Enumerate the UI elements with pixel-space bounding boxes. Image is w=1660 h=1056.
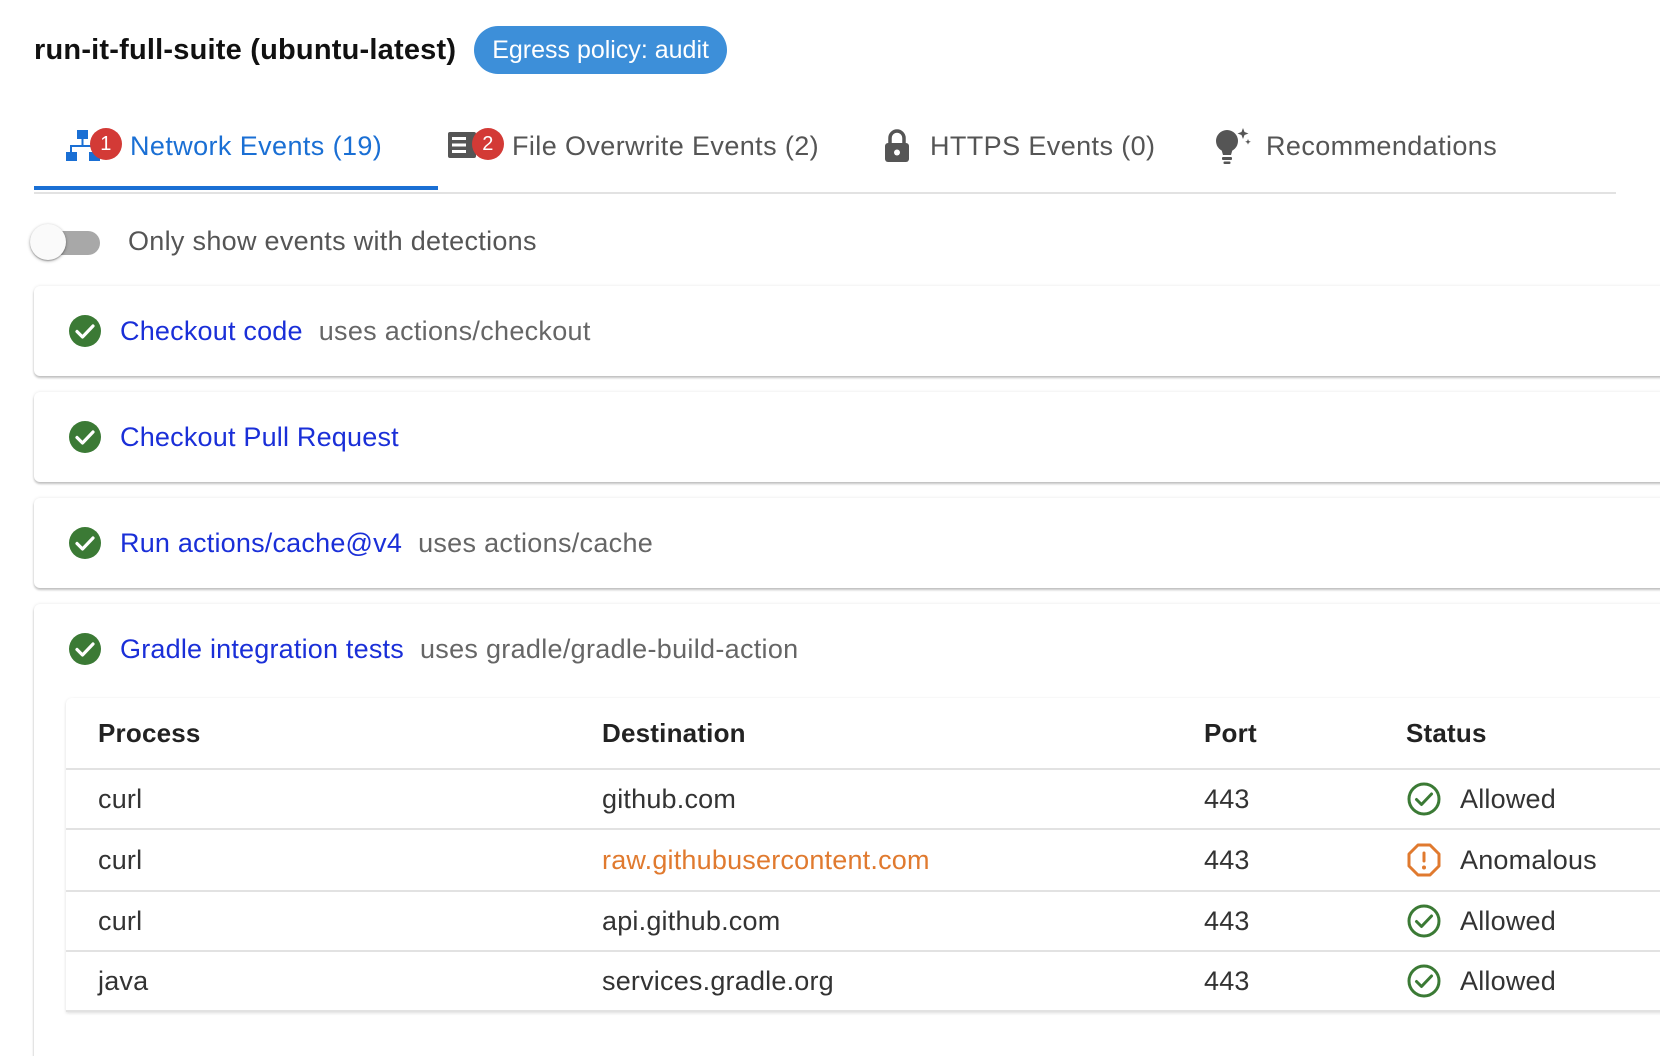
file-overwrite-badge: 2 (472, 128, 504, 160)
table-row: curl raw.githubusercontent.com 443 Anoma… (66, 830, 1660, 892)
check-circle-icon (69, 633, 101, 665)
tab-label: Recommendations (1266, 130, 1498, 161)
status-label: Anomalous (1460, 844, 1597, 875)
step-header[interactable]: Run actions/cache@v4 uses actions/cache (68, 498, 653, 588)
tab-network-events[interactable]: 1 Network Events (19) (66, 104, 382, 188)
egress-policy-badge: Egress policy: audit (474, 26, 727, 74)
step-card: Run actions/cache@v4 uses actions/cache (34, 498, 1660, 588)
port-cell: 443 (1204, 965, 1250, 996)
step-card: Checkout Pull Request (34, 392, 1660, 482)
file-list-icon: 2 (448, 126, 504, 166)
step-header[interactable]: Checkout code uses actions/checkout (68, 286, 591, 376)
events-tabs: 1 Network Events (19) 2 File Overwrite E… (34, 104, 1616, 194)
step-name[interactable]: Checkout Pull Request (120, 422, 399, 453)
network-icon: 1 (66, 126, 122, 166)
column-header-port: Port (1204, 717, 1257, 748)
status-cell: Allowed (1406, 770, 1556, 828)
check-circle-icon (69, 315, 101, 347)
check-circle-outline-icon (1407, 964, 1441, 998)
process-cell: curl (98, 783, 143, 814)
port-cell: 443 (1204, 783, 1250, 814)
step-uses: uses actions/checkout (318, 315, 591, 346)
status-label: Allowed (1460, 905, 1556, 936)
port-cell: 443 (1204, 844, 1250, 875)
check-circle-outline-icon (1407, 782, 1441, 816)
status-cell: Allowed (1406, 952, 1556, 1010)
table-header-row: Process Destination Port Status (66, 698, 1660, 770)
table-row: curl api.github.com 443 Allowed (66, 892, 1660, 952)
column-header-process: Process (98, 717, 201, 748)
step-card: Checkout code uses actions/checkout (34, 286, 1660, 376)
column-header-destination: Destination (602, 717, 746, 748)
toggle-knob (30, 223, 66, 260)
process-cell: java (98, 965, 149, 996)
check-circle-icon (69, 421, 101, 453)
step-uses: uses actions/cache (418, 527, 654, 558)
destination-cell: raw.githubusercontent.com (602, 844, 930, 875)
tab-https-events[interactable]: HTTPS Events (0) (882, 104, 1155, 188)
destination-cell: api.github.com (602, 905, 781, 936)
step-uses: uses gradle/gradle-build-action (419, 633, 799, 664)
job-title: run-it-full-suite (ubuntu-latest) (34, 33, 457, 66)
job-header: run-it-full-suite (ubuntu-latest) Egress… (34, 26, 727, 74)
lock-icon (882, 126, 912, 166)
process-cell: curl (98, 905, 143, 936)
active-tab-indicator (34, 186, 438, 190)
check-circle-outline-icon (1407, 904, 1441, 938)
step-name[interactable]: Checkout code (120, 316, 303, 347)
step-card-expanded: Gradle integration tests uses gradle/gra… (34, 604, 1660, 1056)
step-header[interactable]: Checkout Pull Request (68, 392, 415, 482)
port-cell: 443 (1204, 905, 1250, 936)
process-cell: curl (98, 844, 143, 875)
status-label: Allowed (1460, 783, 1556, 814)
tab-label: Network Events (19) (130, 130, 383, 161)
alert-octagon-icon (1407, 843, 1441, 877)
network-events-badge: 1 (90, 128, 122, 160)
lightbulb-icon (1212, 126, 1252, 166)
network-events-table: Process Destination Port Status curl git… (66, 698, 1660, 1012)
step-name[interactable]: Gradle integration tests (120, 634, 404, 665)
toggle-label: Only show events with detections (128, 226, 537, 256)
tab-label: File Overwrite Events (2) (512, 130, 820, 161)
detections-filter: Only show events with detections (30, 223, 537, 260)
destination-cell: github.com (602, 783, 737, 814)
table-row: curl github.com 443 Allowed (66, 770, 1660, 830)
destination-cell: services.gradle.org (602, 965, 834, 996)
step-name[interactable]: Run actions/cache@v4 (120, 528, 402, 559)
detections-toggle[interactable] (30, 223, 104, 260)
tab-label: HTTPS Events (0) (930, 130, 1156, 161)
tab-recommendations[interactable]: Recommendations (1212, 104, 1497, 188)
page: run-it-full-suite (ubuntu-latest) Egress… (0, 0, 1660, 1056)
check-circle-icon (69, 527, 101, 559)
column-header-status: Status (1406, 717, 1487, 748)
step-header[interactable]: Gradle integration tests uses gradle/gra… (68, 604, 798, 694)
status-cell: Allowed (1406, 892, 1556, 950)
tab-file-overwrite-events[interactable]: 2 File Overwrite Events (2) (448, 104, 819, 188)
status-cell: Anomalous (1406, 830, 1597, 890)
table-row: java services.gradle.org 443 Allowed (66, 952, 1660, 1012)
status-label: Allowed (1460, 965, 1556, 996)
